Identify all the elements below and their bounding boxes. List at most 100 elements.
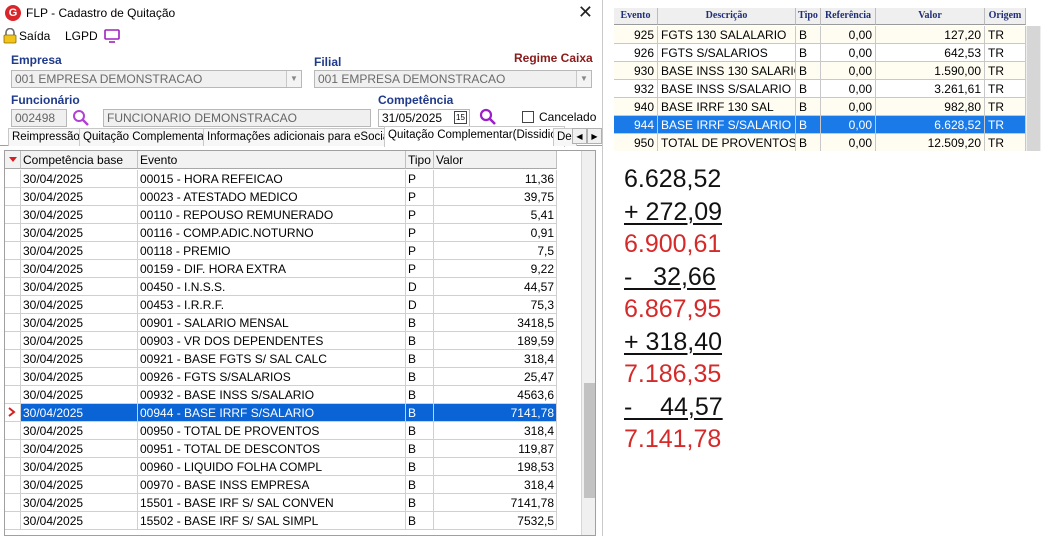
cell-valor: 39,75 [434,188,557,206]
regime-caixa-label: Regime Caixa [514,51,593,65]
events-grid: Competência base Evento Tipo Valor 30/04… [4,150,596,536]
cell-evento: 00921 - BASE FGTS S/ SAL CALC [138,350,406,368]
calc-line-text: - 32,66 [624,262,716,291]
sort-indicator-icon[interactable] [5,151,21,169]
tab-scroll-left-icon[interactable]: ◀ [572,128,587,144]
cell-tipo: P [406,260,434,278]
cell-valor: 11,36 [434,170,557,188]
table-row[interactable]: 30/04/2025 15502 - BASE IRF S/ SAL SIMPL B… [5,512,581,530]
cell-evento: 00951 - TOTAL DE DESCONTOS [138,440,406,458]
table-row[interactable]: 30/04/2025 00921 - BASE FGTS S/ SAL CALC B… [5,350,581,368]
cancelado-checkbox[interactable] [522,111,534,123]
ref-cell-descricao: TOTAL DE PROVENTOS [658,134,796,151]
cell-evento: 00015 - HORA REFEICAO [138,170,406,188]
cell-evento: 00932 - BASE INSS S/SALARIO [138,386,406,404]
table-row[interactable]: 30/04/2025 00116 - COMP.ADIC.NOTURNO P 0,91 [5,224,581,242]
calc-line-text: + 272,09 [624,197,723,226]
table-row[interactable]: 30/04/2025 15501 - BASE IRF S/ SAL CONVEN… [5,494,581,512]
table-row[interactable]: 30/04/2025 00450 - I.N.S.S. D 44,57 [5,278,581,296]
table-row[interactable]: 30/04/2025 00453 - I.R.R.F. D 75,3 [5,296,581,314]
grid-vertical-scrollbar[interactable] [581,151,595,535]
table-row[interactable]: 30/04/2025 00015 - HORA REFEICAO P 11,36 [5,170,581,188]
table-row[interactable]: 30/04/2025 00960 - LIQUIDO FOLHA COMPL B 19… [5,458,581,476]
tab-scroll-right-icon[interactable]: ▶ [587,128,602,144]
cancelado-label: Cancelado [539,110,597,124]
cell-tipo: P [406,188,434,206]
ref-header-referencia[interactable]: Referência [821,8,876,25]
column-header-tipo[interactable]: Tipo [406,151,434,169]
ref-cell-valor: 3.261,61 [876,80,985,98]
cell-evento: 00950 - TOTAL DE PROVENTOS [138,422,406,440]
ref-row[interactable]: 925 FGTS 130 SALALARIO B 0,00 127,20 TR [614,26,1041,44]
ref-cell-referencia: 0,00 [821,44,876,62]
table-row[interactable]: 30/04/2025 00903 - VR DOS DEPENDENTES B 189… [5,332,581,350]
search-icon[interactable] [479,108,497,126]
tab-informacoes-esocial[interactable]: Informações adicionais para eSocial [203,128,396,146]
table-row[interactable]: 30/04/2025 00159 - DIF. HORA EXTRA P 9,22 [5,260,581,278]
cell-valor: 75,3 [434,296,557,314]
row-indicator [5,440,21,458]
table-row[interactable]: 30/04/2025 00932 - BASE INSS S/SALARIO B 45… [5,386,581,404]
empresa-value: 001 EMPRESA DEMONSTRACAO [15,72,203,86]
ref-row-selected[interactable]: 944 BASE IRRF S/SALARIO B 0,00 6.628,52 TR [614,116,1041,134]
filial-select[interactable]: 001 EMPRESA DEMONSTRACAO ▼ [314,70,592,88]
ref-cell-descricao: FGTS S/SALARIOS [658,44,796,62]
cell-competencia: 30/04/2025 [21,386,138,404]
cell-evento: 00118 - PREMIO [138,242,406,260]
chevron-down-icon[interactable]: ▼ [576,71,591,87]
empresa-select[interactable]: 001 EMPRESA DEMONSTRACAO ▼ [11,70,302,88]
ref-row[interactable]: 950 TOTAL DE PROVENTOS B 0,00 12.509,20 TR [614,134,1041,151]
row-indicator [5,476,21,494]
ref-header-descricao[interactable]: Descrição [658,8,796,25]
cell-valor: 3418,5 [434,314,557,332]
ref-header-tipo[interactable]: Tipo [796,8,821,25]
ref-row[interactable]: 930 BASE INSS 130 SALARIO B 0,00 1.590,00 TR [614,62,1041,80]
ref-header-origem[interactable]: Origem [985,8,1026,25]
table-row[interactable]: 30/04/2025 00926 - FGTS S/SALARIOS B 25,47 [5,368,581,386]
ref-row[interactable]: 940 BASE IRRF 130 SAL B 0,00 982,80 TR [614,98,1041,116]
table-row[interactable]: 30/04/2025 00950 - TOTAL DE PROVENTOS B 318… [5,422,581,440]
calendar-icon[interactable]: 15 [454,111,467,124]
ref-grid-scrollbar-thumb[interactable] [1027,26,1040,151]
ref-cell-referencia: 0,00 [821,26,876,44]
ref-header-evento[interactable]: Evento [614,8,658,25]
table-row[interactable]: 30/04/2025 00118 - PREMIO P 7,5 [5,242,581,260]
ref-row[interactable]: 926 FGTS S/SALARIOS B 0,00 642,53 TR [614,44,1041,62]
lgpd-button[interactable]: LGPD [65,29,98,43]
column-header-valor[interactable]: Valor [434,151,557,169]
table-row[interactable]: 30/04/2025 00951 - TOTAL DE DESCONTOS B 119… [5,440,581,458]
cell-tipo: B [406,332,434,350]
column-header-competencia[interactable]: Competência base [21,151,138,169]
grid-scrollbar-thumb[interactable] [584,383,595,498]
table-row[interactable]: 30/04/2025 00901 - SALARIO MENSAL B 3418,5 [5,314,581,332]
tab-quitacao-dissidio[interactable]: Quitação Complementar(Dissidio) [384,126,565,147]
cell-tipo: B [406,404,434,422]
tab-reimpressao[interactable]: Reimpressão [8,128,84,146]
row-indicator [5,386,21,404]
table-row-selected[interactable]: 30/04/2025 00944 - BASE IRRF S/SALARIO B 71… [5,404,581,422]
ref-header-valor[interactable]: Valor [876,8,985,25]
calc-line-text: - 44,57 [624,392,723,421]
column-header-evento[interactable]: Evento [138,151,406,169]
funcionario-name-field[interactable]: FUNCIONARIO DEMONSTRACAO [103,109,371,127]
table-row[interactable]: 30/04/2025 00970 - BASE INSS EMPRESA B 318,… [5,476,581,494]
toolbar: Saída LGPD [0,26,602,48]
table-row[interactable]: 30/04/2025 00023 - ATESTADO MEDICO P 39,75 [5,188,581,206]
ref-grid-scrollbar[interactable] [1026,26,1041,151]
ref-cell-descricao: BASE INSS S/SALARIO [658,80,796,98]
table-row[interactable]: 30/04/2025 00110 - REPOUSO REMUNERADO P 5,4… [5,206,581,224]
close-button[interactable]: ✕ [578,2,593,22]
funcionario-label: Funcionário [11,93,80,107]
search-icon[interactable] [72,109,90,127]
tab-quitacao-complementar[interactable]: Quitação Complementar [79,128,212,146]
chevron-down-icon[interactable]: ▼ [286,71,301,87]
funcionario-code-field[interactable]: 002498 [11,109,67,127]
exit-button[interactable]: Saída [19,29,50,43]
monitor-icon[interactable] [104,29,120,46]
cell-competencia: 30/04/2025 [21,332,138,350]
ref-cell-origem: TR [985,116,1026,134]
row-indicator [5,206,21,224]
ref-row[interactable]: 932 BASE INSS S/SALARIO B 0,00 3.261,61 TR [614,80,1041,98]
competencia-date-field[interactable]: 31/05/2025 15 [378,109,470,127]
title-bar: G FLP - Cadastro de Quitação ✕ [0,0,602,26]
